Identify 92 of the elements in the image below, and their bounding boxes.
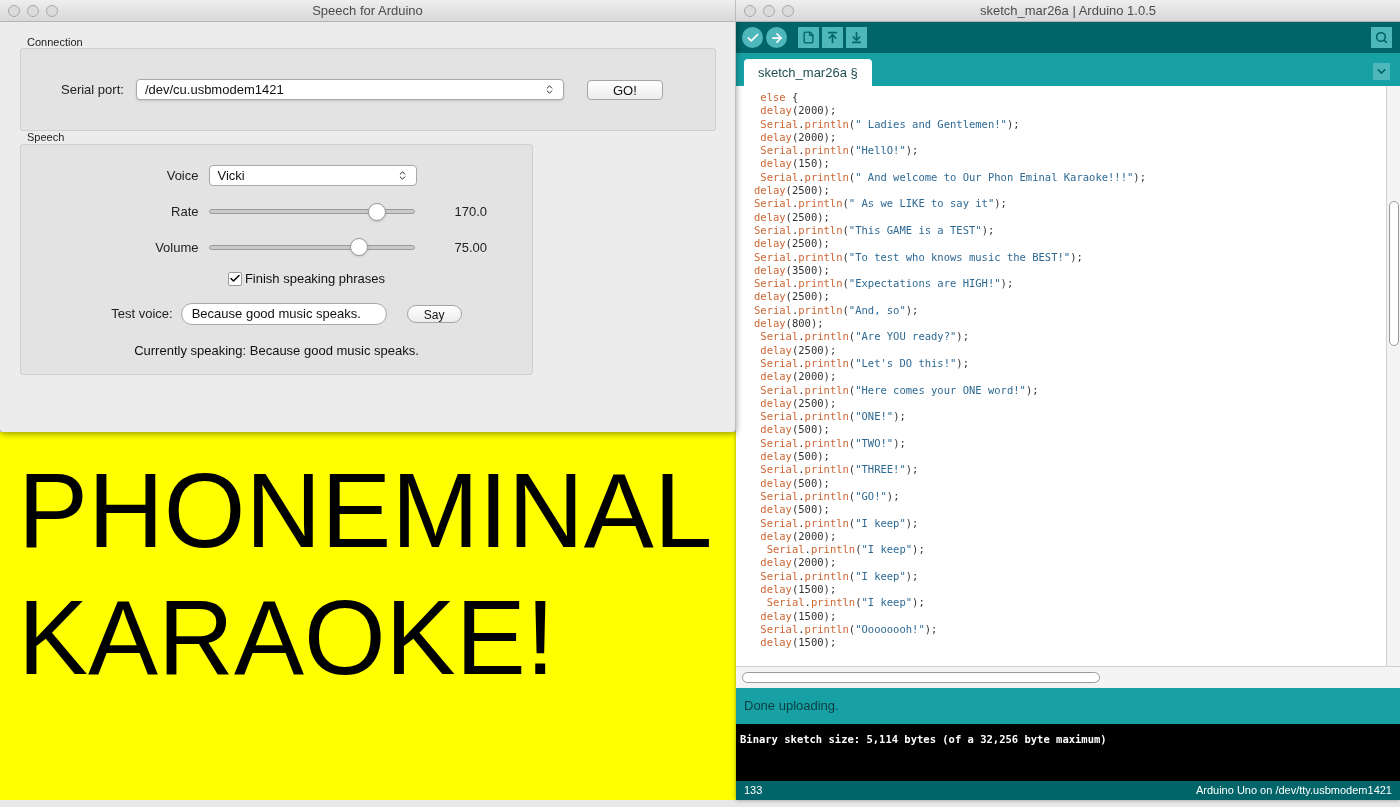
code-line: delay(1500); — [759, 636, 838, 650]
tab[interactable]: sketch_mar26a § — [744, 59, 872, 86]
code-line: delay(2500); — [754, 290, 831, 304]
code-line: delay(800); — [754, 317, 825, 331]
code-line: Serial.println("I keep"); — [759, 569, 920, 583]
code-line: Serial.println("ONE!"); — [759, 410, 907, 424]
code-line: delay(2500); — [759, 396, 838, 411]
code-line: Serial.println("Oooooooh!"); — [759, 622, 939, 637]
tab-menu-button[interactable] — [1373, 63, 1390, 80]
code-line: delay(500); — [759, 450, 831, 464]
code-line: Serial.println("Are YOU ready?"); — [759, 330, 970, 344]
scrollbar[interactable] — [1386, 86, 1400, 666]
code-line: delay(500); — [759, 476, 831, 490]
upload-button[interactable] — [766, 27, 787, 48]
go-button[interactable]: GO! — [586, 79, 663, 100]
slider-label: Rate — [170, 203, 199, 221]
verify-button[interactable] — [742, 27, 763, 48]
code-line: Serial.println("THREE!"); — [759, 463, 920, 477]
field-label: Voice — [165, 166, 199, 185]
status-message: Done uploading. — [744, 697, 839, 716]
test-voice-field[interactable]: Because good music speaks. — [180, 302, 387, 325]
window-control-icon[interactable] — [763, 5, 775, 17]
code-line: delay(2000); — [759, 529, 838, 544]
window-control-icon[interactable] — [27, 5, 39, 17]
search-icon — [1375, 31, 1388, 44]
code-line: else { — [759, 91, 800, 105]
code-line: delay(2000); — [759, 130, 838, 145]
code-line: Serial.println("Here comes your ONE word!"); — [759, 383, 1040, 397]
voice-select[interactable]: Vicki — [208, 165, 417, 186]
slider-value: 75.00 — [453, 238, 489, 257]
code-line: delay(1500); — [759, 583, 838, 597]
window-control-icon[interactable] — [782, 5, 794, 17]
status-text: Currently speaking: Because good music speaks. — [134, 341, 419, 360]
search-button[interactable] — [1371, 27, 1392, 48]
checkbox[interactable] — [227, 271, 242, 286]
code-line: Serial.println("And, so"); — [754, 303, 920, 318]
code-line: delay(2000); — [759, 104, 838, 118]
group-label: Connection — [26, 35, 84, 48]
code-line: Serial.println("To test who knows music the BEST!"); — [754, 250, 1084, 264]
code-line: delay(2500); — [754, 237, 831, 251]
code-line: delay(2000); — [759, 370, 838, 384]
code-line: Serial.println(" As we LIKE to say it"); — [754, 197, 1008, 211]
save-button[interactable] — [846, 27, 867, 48]
window-title: sketch_mar26a | Arduino 1.0.5 — [979, 1, 1157, 20]
horizontal-scrollbar[interactable] — [742, 672, 1100, 683]
group-label: Speech — [26, 131, 66, 144]
arrow-down-icon — [850, 31, 863, 44]
finish-checkbox[interactable]: Finish speaking phrases — [227, 269, 386, 289]
board-info: Arduino Uno on /dev/tty.usbmodem1421 — [1195, 783, 1392, 799]
code-line: delay(2500); — [754, 210, 831, 224]
slider-thumb[interactable] — [368, 202, 387, 221]
code-line: Serial.println("I keep"); — [765, 543, 926, 557]
field-label: Serial port: — [61, 80, 124, 99]
window-control-icon[interactable] — [744, 5, 756, 17]
code-line: delay(150); — [759, 157, 831, 171]
code-line: delay(1500); — [759, 609, 838, 623]
arrow-up-icon — [826, 31, 839, 44]
code-line: delay(2000); — [759, 556, 838, 570]
slider[interactable] — [208, 202, 415, 221]
code-line: Serial.println(" Ladies and Gentlemen!"); — [759, 117, 1021, 131]
code-line: Serial.println("HellO!"); — [759, 144, 920, 158]
slider[interactable] — [208, 238, 415, 257]
code-line: Serial.println("Expectations are HIGH!"); — [754, 277, 1015, 291]
code-line: Serial.println("This GAME is a TEST"); — [754, 223, 996, 238]
banner-text: PHONEMINAL — [18, 451, 714, 571]
window-control-icon[interactable] — [8, 5, 20, 17]
code-line: Serial.println("I keep"); — [765, 596, 926, 610]
document-icon — [802, 31, 815, 44]
serial-port-select[interactable]: /dev/cu.usbmodem1421 — [135, 79, 564, 100]
slider-value: 170.0 — [453, 203, 489, 221]
banner-text: KARAOKE! — [18, 578, 556, 698]
field-label: Test voice: — [111, 304, 173, 323]
console-text: Binary sketch size: 5,114 bytes (of a 32,256 byte maximum) — [740, 733, 1107, 745]
say-button[interactable]: Say — [406, 304, 462, 323]
code-line: delay(3500); — [754, 263, 831, 278]
code-line: delay(2500); — [759, 343, 838, 357]
code-line: Serial.println("Let's DO this!"); — [759, 356, 970, 371]
code-line: Serial.println("TWO!"); — [759, 436, 907, 450]
code-line: Serial.println(" And welcome to Our Phon Eminal Karaoke!!!"); — [759, 170, 1147, 185]
window-title: Speech for Arduino — [312, 1, 423, 20]
arrow-right-icon — [769, 30, 784, 45]
code-line: delay(500); — [759, 503, 831, 517]
code-line: Serial.println("GO!"); — [759, 489, 901, 504]
code-line: delay(2500); — [754, 184, 831, 198]
open-button[interactable] — [822, 27, 843, 48]
slider-thumb[interactable] — [349, 238, 368, 257]
code-line: delay(500); — [759, 423, 831, 437]
code-line: Serial.println("I keep"); — [759, 516, 920, 530]
new-button[interactable] — [798, 27, 819, 48]
line-number: 133 — [744, 783, 763, 799]
slider-label: Volume — [154, 238, 199, 257]
window-control-icon[interactable] — [46, 5, 58, 17]
